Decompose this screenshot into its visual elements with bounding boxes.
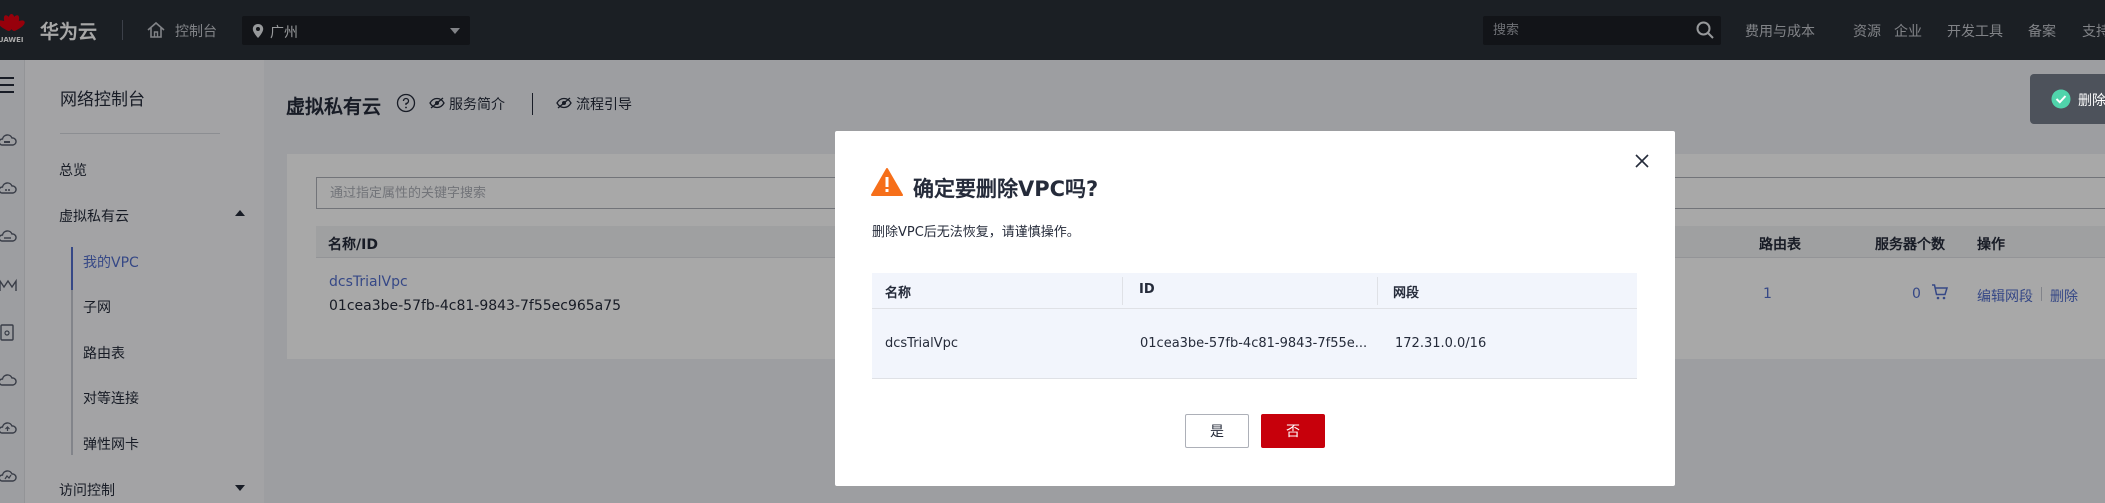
dialog-column-cidr: 网段 [1393,286,1420,301]
confirm-no-button[interactable]: 否 [1261,414,1325,448]
toast-message: 删除 [2078,93,2105,109]
dialog-column-name: 名称 [885,286,912,301]
dialog-column-id: ID [1139,282,1155,297]
dialog-table-header [872,273,1637,309]
dialog-vpc-id: 01cea3be-57fb-4c81-9843-7f55e... [1140,336,1368,351]
dialog-title: 确定要删除VPC吗? [913,177,1099,201]
dialog-description: 删除VPC后无法恢复，请谨慎操作。 [872,225,1080,240]
confirm-yes-button[interactable]: 是 [1185,414,1249,448]
warning-icon [871,168,903,196]
dialog-vpc-cidr: 172.31.0.0/16 [1395,336,1487,351]
dialog-vpc-name: dcsTrialVpc [885,336,959,351]
column-divider [1122,277,1123,305]
column-divider [1377,277,1378,305]
close-icon[interactable] [1633,152,1651,170]
success-toast: 删除 [2030,74,2105,124]
success-check-icon [2051,89,2071,109]
